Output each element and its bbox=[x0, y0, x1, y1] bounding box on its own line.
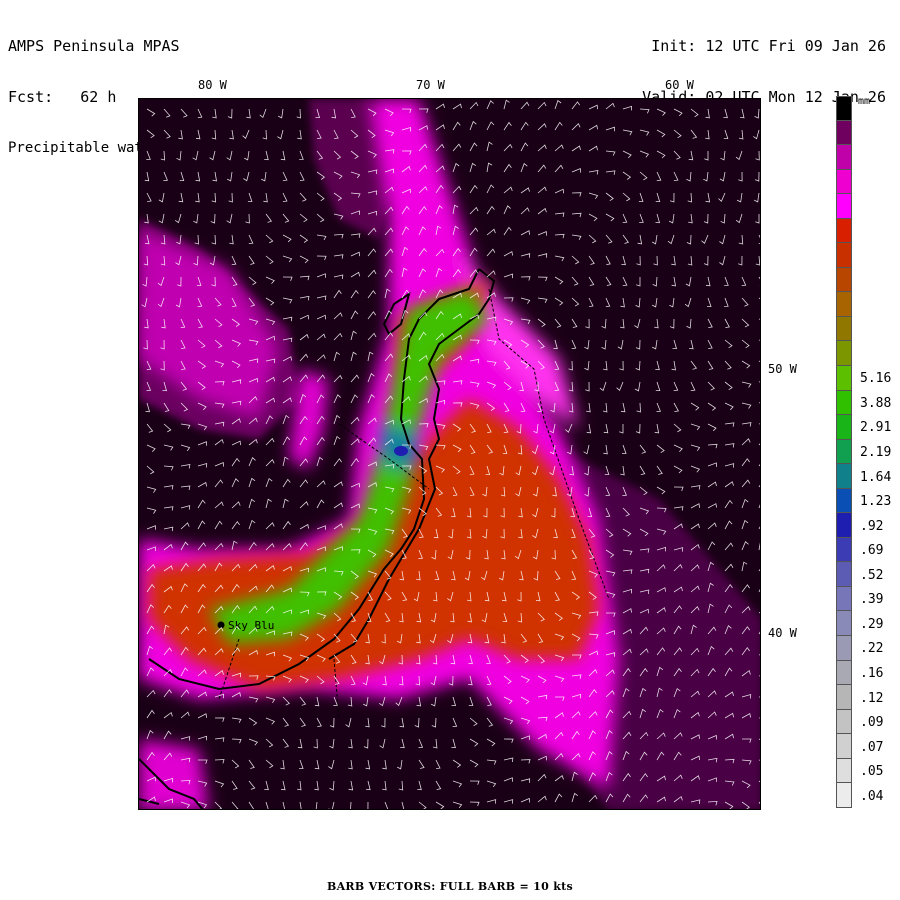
colorbar-tick-label: 5.16 bbox=[860, 371, 892, 387]
colorbar-swatch bbox=[836, 562, 852, 587]
map-panel: Sky Blu bbox=[138, 98, 761, 810]
colorbar-tick-label: .12 bbox=[860, 690, 884, 706]
colorbar-swatch bbox=[836, 734, 852, 759]
colorbar-tick-label: .39 bbox=[860, 592, 884, 608]
colorbar-swatch bbox=[836, 513, 852, 538]
colorbar-swatch bbox=[836, 390, 852, 416]
map-svg: Sky Blu bbox=[139, 99, 760, 809]
colorbar-swatch bbox=[836, 316, 852, 342]
colorbar-swatch bbox=[836, 194, 852, 219]
colorbar-tick-label: .04 bbox=[860, 788, 884, 804]
colorbar-swatch bbox=[836, 439, 852, 465]
colorbar-swatch bbox=[836, 611, 852, 637]
colorbar-tick-label: 2.19 bbox=[860, 445, 892, 460]
colorbar-tick-label: .29 bbox=[860, 616, 884, 632]
lon-label-70w: 70 W bbox=[416, 78, 445, 92]
colorbar-swatch bbox=[836, 292, 852, 317]
colorbar-swatch bbox=[836, 169, 852, 195]
colorbar-swatch bbox=[836, 537, 852, 563]
colorbar-swatch bbox=[836, 218, 852, 244]
colorbar-swatch bbox=[836, 415, 852, 440]
lon-label-60w: 60 W bbox=[665, 78, 694, 92]
colorbar-units: mm bbox=[858, 96, 871, 107]
colorbar-tick-label: 1.64 bbox=[860, 469, 892, 485]
colorbar-swatch bbox=[836, 96, 852, 121]
colorbar-tick-label: .07 bbox=[860, 739, 884, 755]
colorbar-swatch bbox=[836, 120, 852, 146]
colorbar-swatch bbox=[836, 341, 852, 367]
title-text: AMPS Peninsula MPAS bbox=[8, 37, 180, 55]
barb-legend-footer: BARB VECTORS: FULL BARB = 10 kts bbox=[327, 880, 573, 893]
colorbar-tick-label: .16 bbox=[860, 665, 884, 681]
lat-label-50w: 50 W bbox=[768, 362, 797, 376]
colorbar-swatch bbox=[836, 464, 852, 489]
colorbar-swatch bbox=[836, 758, 852, 784]
colorbar-tick-label: .52 bbox=[860, 567, 884, 583]
colorbar-tick-label: .05 bbox=[860, 764, 884, 780]
colorbar-swatch bbox=[836, 636, 852, 661]
lat-label-40w: 40 W bbox=[768, 626, 797, 640]
colorbar-tick-label: 2.91 bbox=[860, 420, 892, 436]
colorbar-tick-label: .22 bbox=[860, 641, 884, 657]
colorbar bbox=[836, 96, 852, 808]
colorbar-swatch bbox=[836, 145, 852, 170]
colorbar-tick-label: 3.88 bbox=[860, 395, 892, 411]
colorbar-tick-label: .92 bbox=[860, 518, 884, 534]
colorbar-swatch bbox=[836, 488, 852, 514]
colorbar-swatch bbox=[836, 243, 852, 268]
lon-label-80w: 80 W bbox=[198, 78, 227, 92]
colorbar-swatch bbox=[836, 586, 852, 612]
colorbar-swatch bbox=[836, 783, 852, 808]
pwv-blue-spot bbox=[394, 446, 408, 456]
colorbar-tick-label: .69 bbox=[860, 543, 884, 559]
colorbar-swatch bbox=[836, 267, 852, 293]
init-time-text: Init: 12 UTC Fri 09 Jan 26 bbox=[651, 37, 886, 55]
colorbar-swatch bbox=[836, 685, 852, 710]
colorbar-swatch bbox=[836, 709, 852, 735]
colorbar-tick-label: .09 bbox=[860, 715, 884, 731]
colorbar-swatch bbox=[836, 366, 852, 391]
colorbar-tick-label: 1.23 bbox=[860, 494, 892, 510]
colorbar-swatch bbox=[836, 660, 852, 686]
